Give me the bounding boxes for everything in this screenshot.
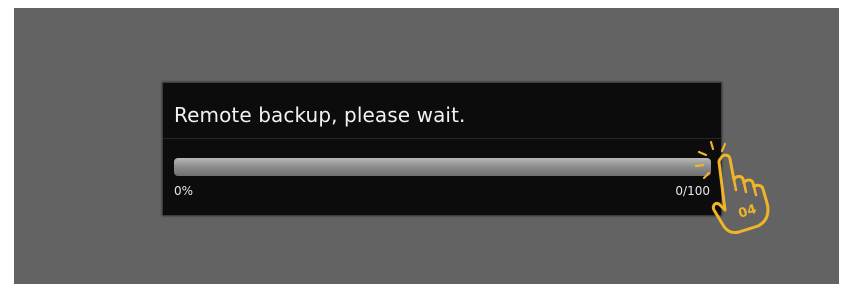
dialog-title: Remote backup, please wait. <box>174 103 466 127</box>
progress-dialog: Remote backup, please wait. 0% 0/100 <box>162 82 722 216</box>
dialog-divider <box>163 138 721 139</box>
step-number: 04 <box>737 202 759 222</box>
progress-percent-label: 0% <box>174 184 194 198</box>
pointing-hand-icon: 04 <box>694 140 770 234</box>
progress-bar <box>174 158 711 176</box>
